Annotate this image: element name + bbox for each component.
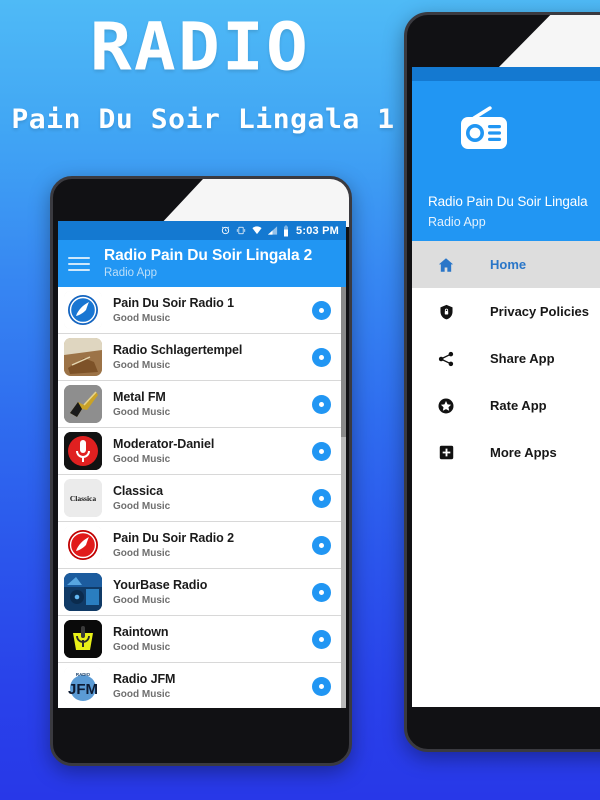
star-icon [434, 397, 458, 415]
plus-box-icon [434, 444, 458, 461]
drawer-item-share-app[interactable]: Share App [412, 335, 600, 382]
drawer-item-label: Privacy Policies [490, 304, 590, 319]
table-row[interactable]: Radio Schlagertempel Good Music [58, 334, 346, 381]
station-name: Radio Schlagertempel [113, 343, 243, 357]
vintage-guitar-photo [64, 338, 102, 376]
share-icon [434, 350, 458, 368]
battery-icon [284, 225, 289, 236]
table-row[interactable]: Moderator-Daniel Good Music [58, 428, 346, 475]
drawer-item-label: Home [490, 257, 527, 272]
vibrate-icon [236, 226, 246, 235]
station-subtitle: Good Music [113, 313, 171, 324]
page-title: RADIO [89, 7, 311, 86]
table-row[interactable]: Pain Du Soir Radio 2 Good Music [58, 522, 346, 569]
right-phone-mockup: Radio Pain Du Soir Lingala Radio App Hom… [404, 12, 600, 752]
drawer-subtitle: Radio App [428, 215, 486, 229]
signal-icon [267, 226, 278, 235]
station-subtitle: Good Music [113, 642, 171, 653]
drawer-item-more-apps[interactable]: More Apps [412, 429, 600, 476]
classica-text-logo: Classica [64, 479, 102, 517]
station-subtitle: Good Music [113, 548, 171, 559]
play-button[interactable] [312, 300, 331, 320]
wifi-icon [252, 226, 262, 235]
play-button[interactable] [312, 347, 331, 367]
bezel-highlight [495, 15, 600, 71]
station-name: Radio JFM [113, 672, 176, 686]
station-name: Classica [113, 484, 163, 498]
table-row[interactable]: Pain Du Soir Radio 1 Good Music [58, 287, 346, 334]
station-list[interactable]: Pain Du Soir Radio 1 Good Music Radio Schl… [58, 287, 346, 708]
play-button[interactable] [312, 582, 331, 602]
radio-icon [461, 106, 507, 149]
promo-screenshot: RADIO Pain Du Soir Lingala 1 5:03 PM Rad… [0, 0, 600, 800]
station-name: Raintown [113, 625, 169, 639]
left-phone-mockup: 5:03 PM Radio Pain Du Soir Lingala 2 Rad… [50, 176, 352, 766]
page-subtitle: Pain Du Soir Lingala 1 [11, 104, 395, 135]
svg-text:Classica: Classica [70, 494, 97, 503]
drawer-item-label: Rate App [490, 398, 547, 413]
svg-text:RADIO: RADIO [76, 672, 91, 677]
app-bar: Radio Pain Du Soir Lingala 2 Radio App [58, 240, 346, 287]
yellow-microphone-logo [64, 620, 102, 658]
drawer-menu[interactable]: Home Privacy Policies Share App Rate App Mor… [412, 241, 600, 476]
shield-lock-icon [434, 303, 458, 321]
drawer-header: Radio Pain Du Soir Lingala Radio App [412, 81, 600, 241]
station-subtitle: Good Music [113, 407, 171, 418]
drawer-item-home[interactable]: Home [412, 241, 600, 288]
station-subtitle: Good Music [113, 595, 171, 606]
station-name: Metal FM [113, 390, 166, 404]
table-row[interactable]: Metal FM Good Music [58, 381, 346, 428]
station-name: Pain Du Soir Radio 1 [113, 296, 234, 310]
app-bar-title: Radio Pain Du Soir Lingala 2 [104, 246, 313, 264]
table-row[interactable]: Raintown Good Music [58, 616, 346, 663]
scrollbar-thumb[interactable] [341, 287, 346, 437]
blue-studio-photo [64, 573, 102, 611]
station-name: Moderator-Daniel [113, 437, 215, 451]
station-subtitle: Good Music [113, 360, 171, 371]
play-button[interactable] [312, 441, 331, 461]
station-name: YourBase Radio [113, 578, 208, 592]
station-subtitle: Good Music [113, 689, 171, 700]
table-row[interactable]: RADIO JFM Radio JFM Good Music [58, 663, 346, 708]
play-button[interactable] [312, 676, 331, 696]
jfm-text-logo: RADIO JFM [64, 667, 102, 705]
left-phone-screen: 5:03 PM Radio Pain Du Soir Lingala 2 Rad… [58, 221, 346, 708]
station-subtitle: Good Music [113, 501, 171, 512]
station-name: Pain Du Soir Radio 2 [113, 531, 234, 545]
drawer-item-label: Share App [490, 351, 555, 366]
status-bar [412, 67, 600, 81]
alarm-icon [221, 226, 230, 235]
table-row[interactable]: Classica Classica Good Music [58, 475, 346, 522]
drawer-item-privacy-policies[interactable]: Privacy Policies [412, 288, 600, 335]
status-time: 5:03 PM [296, 224, 339, 237]
status-bar: 5:03 PM [58, 221, 346, 240]
play-button[interactable] [312, 488, 331, 508]
bezel-highlight [158, 179, 349, 227]
drawer-item-label: More Apps [490, 445, 557, 460]
app-bar-subtitle: Radio App [104, 267, 158, 280]
drawer-title: Radio Pain Du Soir Lingala [428, 194, 588, 209]
scrollbar[interactable] [341, 287, 346, 708]
play-button[interactable] [312, 629, 331, 649]
right-phone-screen: Radio Pain Du Soir Lingala Radio App Hom… [412, 67, 600, 707]
station-subtitle: Good Music [113, 454, 171, 465]
drawer-item-rate-app[interactable]: Rate App [412, 382, 600, 429]
svg-text:JFM: JFM [68, 681, 98, 698]
red-dove-logo [64, 526, 102, 564]
table-row[interactable]: YourBase Radio Good Music [58, 569, 346, 616]
blue-dove-logo [64, 291, 102, 329]
red-microphone-logo [64, 432, 102, 470]
metal-guitar-logo [64, 385, 102, 423]
play-button[interactable] [312, 535, 331, 555]
play-button[interactable] [312, 394, 331, 414]
home-icon [434, 256, 458, 274]
hamburger-icon[interactable] [68, 256, 90, 271]
